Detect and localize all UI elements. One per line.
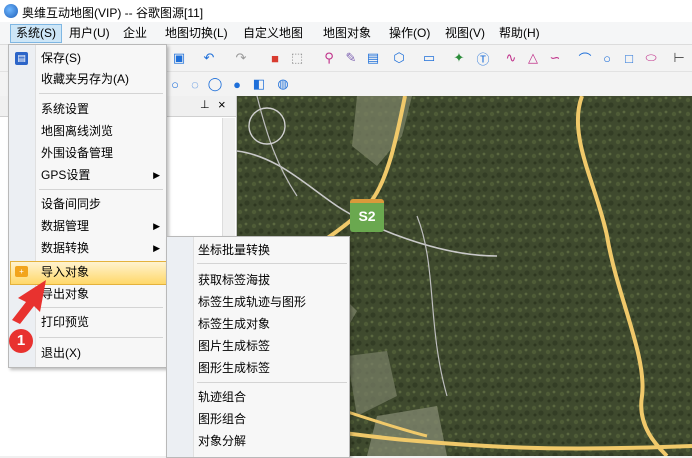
shape-square-icon[interactable]: ◧: [250, 75, 268, 93]
arc-icon[interactable]: ⌒: [576, 49, 594, 67]
menu-operation[interactable]: 操作(O): [384, 25, 435, 42]
menu-item-settings[interactable]: 系统设置: [41, 99, 89, 119]
menu-separator: [39, 93, 163, 94]
polygon-tool-icon[interactable]: ⬡: [390, 49, 408, 67]
submenu-item-label-altitude[interactable]: 获取标签海拔: [198, 270, 270, 290]
submenu-item-shape-to-label[interactable]: 图形生成标签: [198, 358, 270, 378]
delete-icon[interactable]: ■: [266, 49, 284, 67]
app-logo-icon: [4, 4, 18, 18]
close-panel-icon[interactable]: ×: [218, 97, 226, 112]
menu-item-data-convert[interactable]: 数据转换: [41, 238, 89, 258]
text-tool-icon[interactable]: Ⓣ: [474, 49, 492, 67]
undo-icon[interactable]: ↶: [200, 49, 218, 67]
rectangle-icon[interactable]: □: [620, 49, 638, 67]
more-tools-icon[interactable]: ⊢: [670, 49, 688, 67]
menu-user[interactable]: 用户(U): [64, 25, 115, 42]
menu-item-sync[interactable]: 设备间同步: [41, 194, 101, 214]
pin-icon[interactable]: ✦: [450, 49, 468, 67]
map-marker-s2[interactable]: S2: [350, 199, 384, 232]
menu-item-save[interactable]: 保存(S): [41, 48, 81, 68]
menu-item-save-favorites-as[interactable]: 收藏夹另存为(A): [41, 69, 129, 89]
pin-panel-icon[interactable]: ⊥: [200, 98, 210, 111]
curve-icon[interactable]: ∽: [546, 49, 564, 67]
save-icon: ▤: [15, 52, 28, 65]
ruler-icon[interactable]: ✎: [342, 49, 360, 67]
area-measure-icon[interactable]: ▤: [364, 49, 382, 67]
submenu-arrow-icon: ▶: [153, 170, 160, 180]
menu-item-offline-browse[interactable]: 地图离线浏览: [41, 121, 113, 141]
marker-pin-icon[interactable]: ⚲: [320, 49, 338, 67]
video-icon[interactable]: ▭: [420, 49, 438, 67]
submenu-arrow-icon: ▶: [153, 221, 160, 231]
menu-map-switch[interactable]: 地图切换(L): [160, 25, 233, 42]
menu-enterprise[interactable]: 企业: [118, 25, 152, 42]
submenu-item-track-combine[interactable]: 轨迹组合: [198, 387, 246, 407]
submenu-item-label-to-object[interactable]: 标签生成对象: [198, 314, 270, 334]
step-number-badge: 1: [9, 329, 33, 353]
menu-separator: [197, 382, 347, 383]
data-convert-submenu: 坐标批量转换 获取标签海拔 标签生成轨迹与图形 标签生成对象 图片生成标签 图形…: [166, 236, 350, 458]
polyline-icon[interactable]: ∿: [502, 49, 520, 67]
shape-filled-circle-icon[interactable]: ●: [228, 75, 246, 93]
submenu-arrow-icon: ▶: [153, 243, 160, 253]
menu-separator: [39, 189, 163, 190]
menu-bar: 系统(S) 用户(U) 企业 地图切换(L) 自定义地图 地图对象 操作(O) …: [0, 22, 692, 45]
menu-separator: [39, 307, 163, 308]
menu-map-objects[interactable]: 地图对象: [318, 25, 376, 42]
title-bar: 奥维互动地图(VIP) -- 谷歌图源[11]: [0, 0, 692, 22]
shape-dot-icon[interactable]: ◍: [274, 75, 292, 93]
menu-item-gps[interactable]: GPS设置: [41, 165, 90, 185]
submenu-item-object-split[interactable]: 对象分解: [198, 431, 246, 451]
menu-item-data-management[interactable]: 数据管理: [41, 216, 89, 236]
box-select-icon[interactable]: ⬚: [288, 49, 306, 67]
menu-help[interactable]: 帮助(H): [494, 25, 545, 42]
window-title: 奥维互动地图(VIP) -- 谷歌图源[11]: [22, 6, 204, 20]
submenu-icon-gutter: [167, 237, 194, 457]
menu-separator: [197, 263, 347, 264]
menu-view[interactable]: 视图(V): [440, 25, 490, 42]
submenu-item-image-to-label[interactable]: 图片生成标签: [198, 336, 270, 356]
shape-circle-icon[interactable]: ○: [166, 75, 184, 93]
menu-item-peripheral[interactable]: 外围设备管理: [41, 143, 113, 163]
menu-system[interactable]: 系统(S): [10, 24, 62, 43]
submenu-item-coord-batch[interactable]: 坐标批量转换: [198, 240, 270, 260]
annotation-arrow-icon: [12, 280, 46, 324]
select-frame-icon[interactable]: ▣: [170, 49, 188, 67]
shape-ring-icon[interactable]: ◯: [206, 75, 224, 93]
menu-separator: [39, 337, 163, 338]
submenu-item-shape-combine[interactable]: 图形组合: [198, 409, 246, 429]
triangle-icon[interactable]: △: [524, 49, 542, 67]
menu-custom-map[interactable]: 自定义地图: [238, 25, 308, 42]
ellipse-icon[interactable]: ⬭: [642, 49, 660, 67]
submenu-item-label-to-track[interactable]: 标签生成轨迹与图形: [198, 292, 306, 312]
circle-icon[interactable]: ○: [598, 49, 616, 67]
menu-item-exit[interactable]: 退出(X): [41, 343, 81, 363]
redo-icon[interactable]: ↷: [232, 49, 250, 67]
shape-arc-icon[interactable]: ◌: [186, 75, 204, 93]
